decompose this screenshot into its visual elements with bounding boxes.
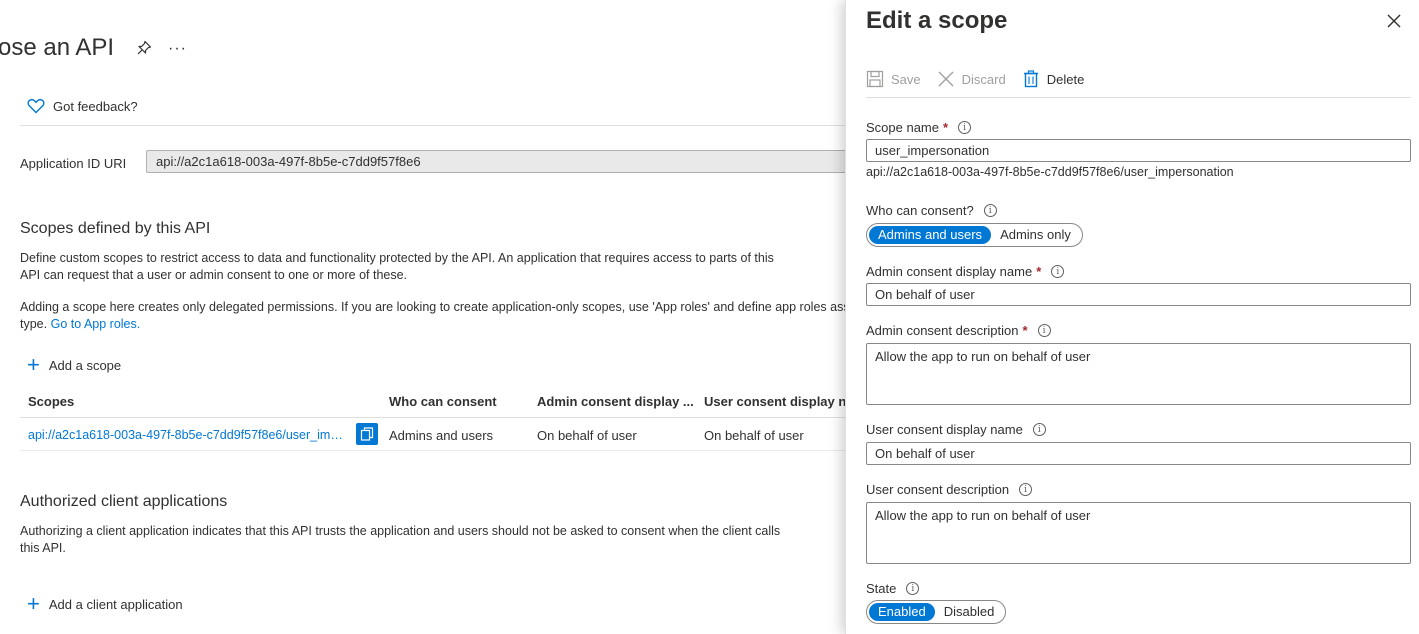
scopes-table: Scopes Who can consent Admin consent dis…: [20, 388, 848, 451]
user-display-name-label-text: User consent display name: [866, 422, 1023, 437]
admin-description-textarea[interactable]: Allow the app to run on behalf of user: [866, 343, 1411, 405]
pin-icon[interactable]: [136, 40, 152, 56]
option-admins-and-users[interactable]: Admins and users: [869, 226, 992, 244]
scopes-heading: Scopes defined by this API: [20, 220, 211, 237]
admin-display-name-input[interactable]: On behalf of user: [866, 283, 1411, 306]
feedback-label: Got feedback?: [53, 98, 138, 114]
delete-label: Delete: [1046, 71, 1085, 87]
option-admins-only[interactable]: Admins only: [991, 226, 1080, 244]
app-id-label: Application ID URI: [20, 156, 127, 171]
info-icon[interactable]: i: [1051, 265, 1065, 278]
scopes-note-line1: Adding a scope here creates only delegat…: [20, 300, 848, 314]
info-icon[interactable]: i: [1019, 483, 1033, 496]
app-roles-link[interactable]: Go to App roles.: [51, 317, 141, 331]
scopes-description-line1: Define custom scopes to restrict access …: [20, 251, 774, 265]
state-toggle: Enabled Disabled: [866, 600, 1007, 624]
expose-api-page: ose an API ··· Got feedback? Application…: [0, 0, 848, 634]
discard-label: Discard: [961, 71, 1006, 87]
scopes-note-line2: type.: [20, 317, 48, 331]
admin-display-name-label-text: Admin consent display name: [866, 264, 1033, 279]
who-can-consent-label-text: Who can consent?: [866, 203, 974, 218]
state-label: State i: [866, 581, 920, 596]
user-description-textarea[interactable]: Allow the app to run on behalf of user: [866, 502, 1411, 564]
row-who-can-consent: Admins and users: [389, 428, 494, 443]
close-icon[interactable]: [1386, 13, 1402, 29]
column-header-scopes[interactable]: Scopes: [28, 394, 74, 409]
copy-icon: [360, 427, 374, 441]
clients-heading: Authorized client applications: [20, 493, 228, 510]
panel-toolbar: Save Discard Delete: [866, 66, 1411, 98]
more-icon[interactable]: ···: [168, 40, 187, 58]
scope-name-input[interactable]: user_impersonation: [866, 139, 1411, 162]
divider: [20, 125, 848, 126]
user-display-name-label: User consent display name i: [866, 422, 1046, 437]
page-title: ose an API: [0, 34, 115, 61]
scope-name-label: Scope name * i: [866, 120, 972, 135]
option-disabled[interactable]: Disabled: [935, 603, 1004, 621]
delete-icon: [1023, 70, 1038, 88]
table-row: api://a2c1a618-003a-497f-8b5e-c7dd9f57f8…: [20, 418, 848, 451]
save-label: Save: [891, 71, 921, 87]
admin-display-name-label: Admin consent display name * i: [866, 264, 1065, 279]
info-icon[interactable]: i: [983, 204, 997, 217]
user-description-label-text: User consent description: [866, 482, 1010, 497]
admin-description-label-text: Admin consent description: [866, 323, 1019, 338]
who-can-consent-toggle: Admins and users Admins only: [866, 223, 1083, 247]
option-enabled[interactable]: Enabled: [869, 603, 935, 621]
heart-icon: [27, 98, 45, 114]
info-icon[interactable]: i: [1037, 324, 1051, 337]
state-label-text: State: [866, 581, 897, 596]
info-icon[interactable]: i: [906, 582, 920, 595]
add-scope-label: Add a scope: [48, 357, 122, 373]
save-button[interactable]: Save: [866, 66, 921, 92]
row-user-display: On behalf of user: [704, 428, 804, 443]
clients-description-line2: this API.: [20, 541, 66, 555]
plus-icon: +: [27, 352, 40, 377]
required-marker: *: [1022, 323, 1028, 338]
admin-description-label: Admin consent description * i: [866, 323, 1051, 338]
save-icon: [866, 70, 884, 88]
scope-full-uri: api://a2c1a618-003a-497f-8b5e-c7dd9f57f8…: [866, 165, 1234, 179]
scope-name-label-text: Scope name: [866, 120, 939, 135]
column-header-user-display[interactable]: User consent display na...: [704, 394, 848, 409]
scope-link[interactable]: api://a2c1a618-003a-497f-8b5e-c7dd9f57f8…: [28, 428, 346, 442]
add-scope-button[interactable]: + Add a scope: [27, 352, 122, 377]
column-header-who-can-consent[interactable]: Who can consent: [389, 394, 497, 409]
add-client-application-button[interactable]: + Add a client application: [27, 591, 183, 616]
scopes-note: Adding a scope here creates only delegat…: [20, 299, 848, 333]
discard-icon: [938, 71, 954, 87]
who-can-consent-label: Who can consent? i: [866, 203, 997, 218]
row-admin-display: On behalf of user: [537, 428, 637, 443]
clients-description-line1: Authorizing a client application indicat…: [20, 524, 781, 538]
info-icon[interactable]: i: [958, 121, 972, 134]
plus-icon: +: [27, 591, 40, 616]
scopes-description: Define custom scopes to restrict access …: [20, 250, 820, 284]
add-client-label: Add a client application: [48, 596, 183, 612]
discard-button[interactable]: Discard: [937, 66, 1006, 92]
required-marker: *: [1036, 264, 1042, 279]
user-description-label: User consent description i: [866, 482, 1033, 497]
app-id-field[interactable]: api://a2c1a618-003a-497f-8b5e-c7dd9f57f8…: [146, 150, 848, 173]
table-header: Scopes Who can consent Admin consent dis…: [20, 388, 848, 418]
clients-description: Authorizing a client application indicat…: [20, 523, 820, 557]
user-display-name-input[interactable]: On behalf of user: [866, 442, 1411, 465]
required-marker: *: [943, 120, 949, 135]
panel-title: Edit a scope: [866, 7, 1008, 34]
feedback-link[interactable]: Got feedback?: [27, 98, 138, 114]
info-icon[interactable]: i: [1032, 423, 1046, 436]
copy-button[interactable]: [356, 423, 378, 445]
edit-scope-panel: Edit a scope Save Discard Delete Scope n…: [845, 0, 1419, 634]
delete-button[interactable]: Delete: [1022, 66, 1085, 92]
scopes-description-line2: API can request that a user or admin con…: [20, 268, 408, 282]
column-header-admin-display[interactable]: Admin consent display ...: [537, 394, 694, 409]
